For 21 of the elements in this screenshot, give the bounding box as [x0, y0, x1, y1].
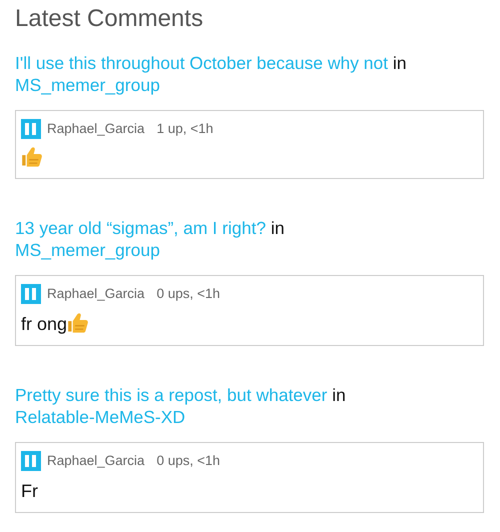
comment-text: fr ong [21, 313, 68, 336]
username-link[interactable]: Raphael_Garcia [47, 284, 145, 304]
comment-meta: 1 up, <1h [156, 120, 214, 138]
avatar-icon [21, 119, 41, 139]
group-link[interactable]: MS_memer_group [15, 75, 160, 95]
joiner-text: in [392, 53, 407, 73]
avatar-icon [21, 284, 41, 304]
group-link[interactable]: MS_memer_group [15, 240, 160, 260]
username-link[interactable]: Raphael_Garcia [47, 451, 145, 471]
username-link[interactable]: Raphael_Garcia [47, 119, 145, 139]
comment-meta: 0 ups, <1h [156, 452, 220, 470]
joiner-text: in [332, 385, 346, 405]
comment-meta: 0 ups, <1h [156, 285, 220, 303]
post-title-link[interactable]: Pretty sure this is a repost, but whatever [15, 385, 328, 405]
post-title-link[interactable]: I'll use this throughout October because why not [15, 53, 388, 73]
avatar-icon [21, 451, 41, 471]
comment-text: Fr [21, 480, 38, 503]
page-heading: Latest Comments [15, 4, 204, 34]
group-link[interactable]: Relatable-MeMeS-XD [15, 407, 186, 427]
post-title-link[interactable]: 13 year old “sigmas”, am I right? [15, 218, 266, 238]
joiner-text: in [270, 218, 284, 238]
